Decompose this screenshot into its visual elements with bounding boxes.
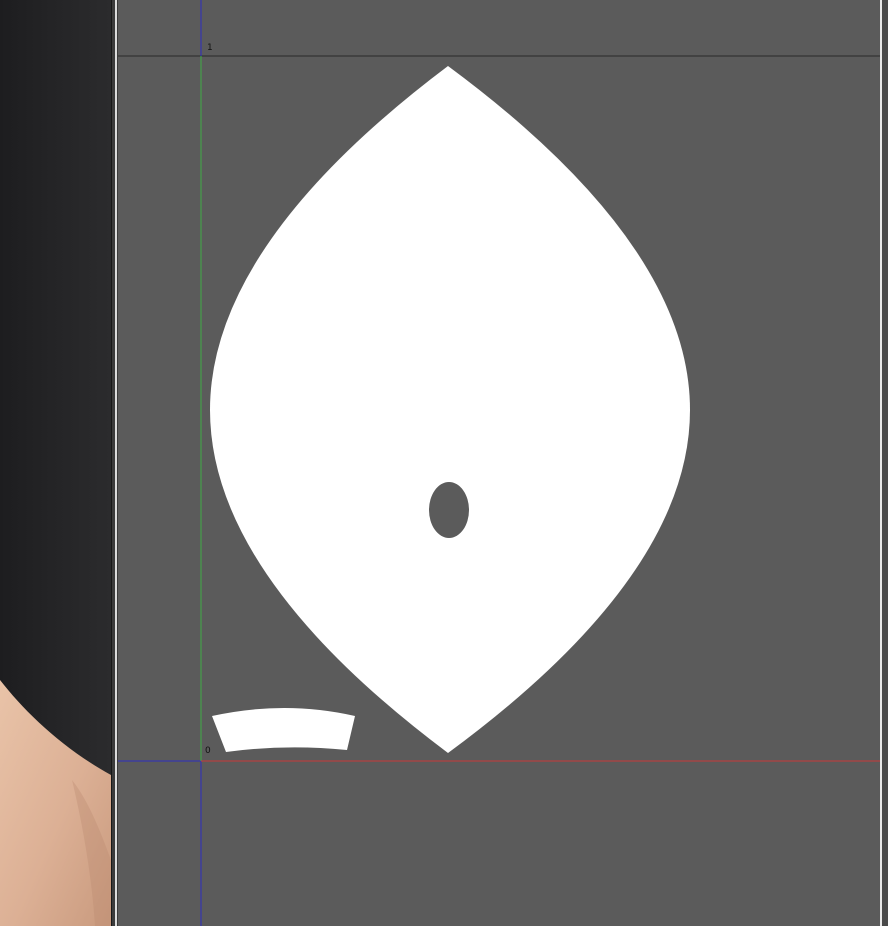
uv-editor-canvas[interactable]: 1 0 [118,0,880,926]
panel-splitter[interactable] [111,0,118,926]
editor-right-border [880,0,888,926]
uv-origin-label: 0 [205,746,211,756]
uv-island-lens[interactable] [210,66,690,753]
uv-island-strip[interactable] [212,708,355,752]
viewport-render [0,680,111,926]
uv-top-value-label: 1 [207,43,213,53]
uv-island-hole [429,482,469,538]
application-window: 1 0 [0,0,888,926]
uv-grid [118,0,880,926]
3d-viewport[interactable] [0,0,111,926]
